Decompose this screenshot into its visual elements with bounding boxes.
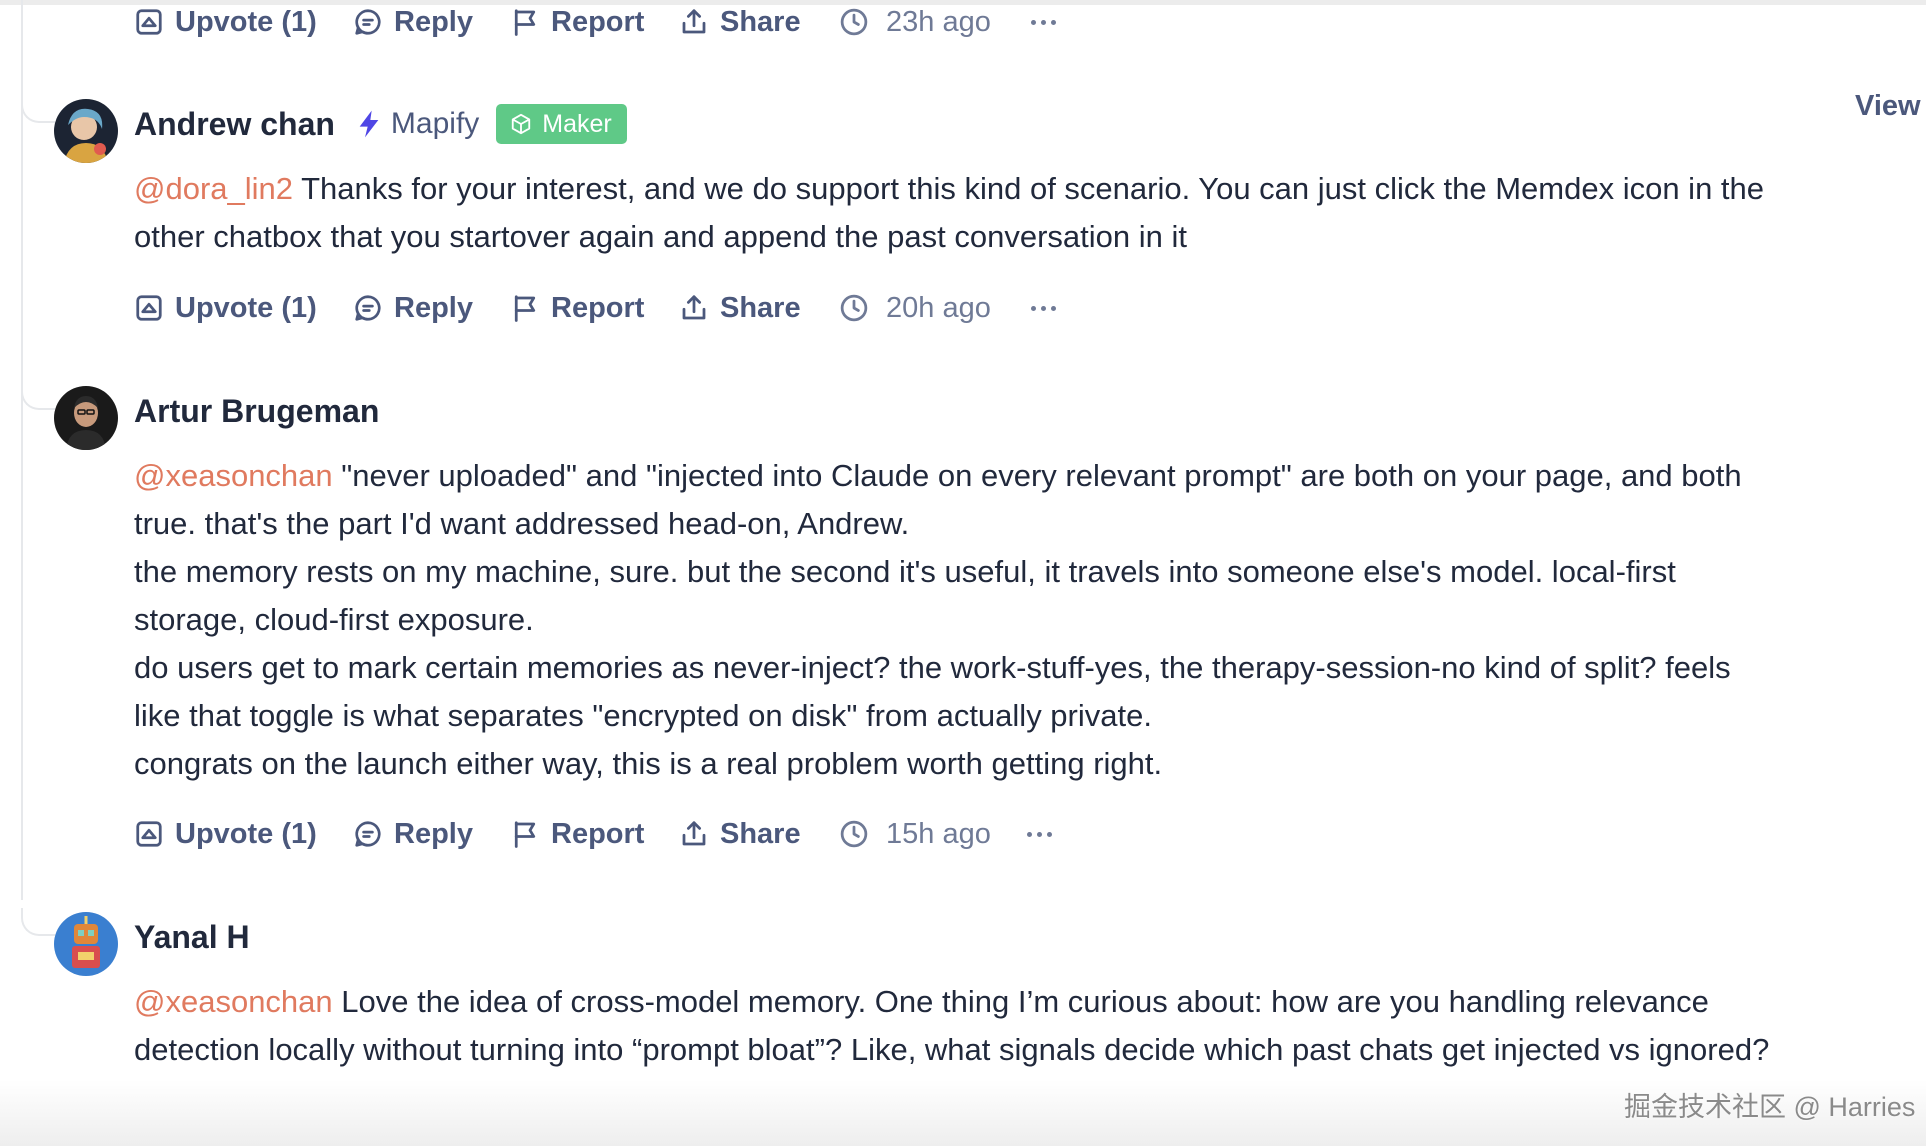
timestamp-label: 20h ago — [886, 291, 991, 324]
timestamp-label: 23h ago — [886, 5, 991, 38]
report-button[interactable]: Report — [510, 818, 679, 851]
comment-paragraph: @dora_lin2 Thanks for your interest, and… — [134, 165, 1774, 261]
cube-icon — [512, 113, 531, 135]
comment-text: "never uploaded" and "injected into Clau… — [134, 458, 1742, 541]
comment-header: Yanal H — [134, 915, 250, 959]
timestamp-label: 15h ago — [886, 817, 991, 850]
comment-header: Artur Brugeman — [134, 389, 379, 433]
product-link[interactable]: Mapify — [353, 107, 479, 141]
share-button[interactable]: Share — [679, 292, 839, 325]
share-icon — [682, 295, 706, 320]
comment-actions: Upvote (1) Reply Report Share 23h ago — [134, 2, 1056, 42]
reply-icon — [355, 295, 381, 321]
report-button[interactable]: Report — [510, 6, 679, 39]
more-options-button[interactable] — [1031, 7, 1056, 37]
comment-paragraph: the memory rests on my machine, sure. bu… — [134, 554, 1676, 637]
clock-icon — [840, 294, 868, 322]
comment-body: @xeasonchan Love the idea of cross-model… — [134, 978, 1804, 1074]
reply-icon — [355, 821, 381, 847]
comment-body: @dora_lin2 Thanks for your interest, and… — [134, 165, 1774, 261]
mention-link[interactable]: @xeasonchan — [134, 458, 333, 493]
share-label: Share — [720, 817, 801, 850]
report-label: Report — [551, 817, 645, 850]
upvote-label: Upvote (1) — [175, 817, 317, 850]
share-label: Share — [720, 5, 801, 38]
avatar-image — [54, 912, 118, 976]
comment-body: @xeasonchan "never uploaded" and "inject… — [134, 452, 1784, 788]
lightning-icon — [359, 110, 379, 138]
comment-actions: Upvote (1) Reply Report Share 15h ago — [134, 814, 1052, 854]
product-name: Mapify — [390, 107, 480, 140]
report-label: Report — [551, 291, 645, 324]
author-name[interactable]: Yanal H — [134, 919, 250, 956]
more-dots-icon — [1027, 831, 1032, 837]
avatar-image — [54, 99, 118, 163]
avatar[interactable] — [54, 99, 118, 163]
report-label: Report — [551, 5, 645, 38]
upvote-icon — [136, 295, 162, 321]
comment-header: Andrew chan Mapify Maker — [134, 102, 627, 146]
mention-link[interactable]: @dora_lin2 — [134, 171, 293, 206]
share-label: Share — [720, 291, 801, 324]
reply-icon — [355, 9, 381, 35]
comment-paragraph: do users get to mark certain memories as… — [134, 650, 1731, 733]
comment-text: Love the idea of cross-model memory. One… — [134, 984, 1770, 1067]
flag-icon — [514, 821, 536, 848]
share-icon — [682, 821, 706, 846]
upvote-button[interactable]: Upvote (1) — [134, 818, 353, 851]
more-dots-icon — [1031, 305, 1036, 311]
avatar[interactable] — [54, 386, 118, 450]
timestamp: 23h ago — [839, 6, 1031, 39]
thread-connector — [21, 908, 55, 936]
upvote-label: Upvote (1) — [175, 291, 317, 324]
comment-paragraph: congrats on the launch either way, this … — [134, 746, 1163, 781]
report-button[interactable]: Report — [510, 292, 679, 325]
more-dots-icon — [1031, 19, 1036, 25]
avatar[interactable] — [54, 912, 118, 976]
reply-button[interactable]: Reply — [353, 6, 510, 39]
author-name[interactable]: Andrew chan — [134, 106, 335, 143]
author-name[interactable]: Artur Brugeman — [134, 393, 379, 430]
reply-button[interactable]: Reply — [353, 292, 510, 325]
reply-label: Reply — [394, 817, 473, 850]
more-options-button[interactable] — [1027, 819, 1052, 849]
clock-icon — [840, 8, 868, 36]
watermark: 掘金技术社区 @ Harries — [1624, 1092, 1916, 1122]
mention-link[interactable]: @xeasonchan — [134, 984, 333, 1019]
reply-label: Reply — [394, 5, 473, 38]
timestamp: 20h ago — [839, 292, 1031, 325]
view-link[interactable]: View — [1855, 90, 1921, 123]
upvote-button[interactable]: Upvote (1) — [134, 6, 353, 39]
flag-icon — [514, 295, 536, 322]
thread-line — [21, 0, 23, 900]
timestamp: 15h ago — [839, 818, 1027, 851]
thread-connector — [21, 95, 55, 123]
thread-connector — [21, 382, 55, 410]
maker-badge: Maker — [496, 104, 627, 144]
share-icon — [682, 9, 706, 34]
flag-icon — [514, 9, 536, 36]
comment-actions: Upvote (1) Reply Report Share 20h ago — [134, 288, 1056, 328]
comment-paragraph: @xeasonchan "never uploaded" and "inject… — [134, 452, 1784, 548]
more-options-button[interactable] — [1031, 293, 1056, 323]
maker-badge-label: Maker — [542, 109, 612, 138]
upvote-icon — [136, 821, 162, 847]
reply-button[interactable]: Reply — [353, 818, 510, 851]
upvote-button[interactable]: Upvote (1) — [134, 292, 353, 325]
avatar-image — [54, 386, 118, 450]
comment-text: Thanks for your interest, and we do supp… — [134, 171, 1765, 254]
comment-paragraph: @xeasonchan Love the idea of cross-model… — [134, 978, 1804, 1074]
clock-icon — [840, 820, 868, 848]
share-button[interactable]: Share — [679, 6, 839, 39]
upvote-icon — [136, 9, 162, 35]
upvote-label: Upvote (1) — [175, 5, 317, 38]
share-button[interactable]: Share — [679, 818, 839, 851]
reply-label: Reply — [394, 291, 473, 324]
